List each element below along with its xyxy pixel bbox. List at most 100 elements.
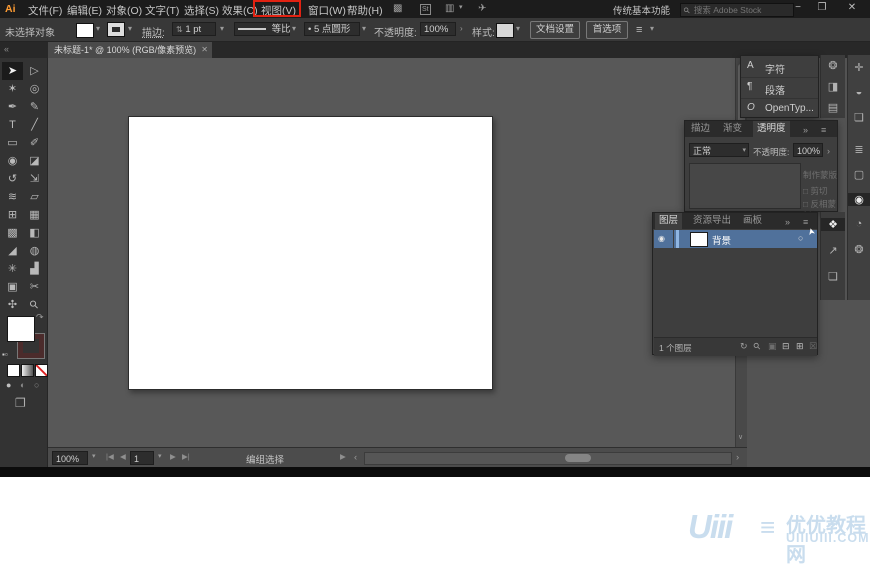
scroll-right-icon[interactable]: › [736, 452, 739, 463]
scroll-down-icon[interactable]: ∨ [738, 433, 743, 441]
pen-tool[interactable]: ✒ [2, 98, 23, 116]
tab-layers[interactable]: 图层 [655, 213, 682, 229]
artboard-tool[interactable]: ▣ [2, 278, 23, 296]
chevron-down-icon[interactable]: ▾ [128, 24, 132, 33]
align-icon[interactable]: ≡ [636, 24, 642, 36]
eyedropper-tool[interactable]: ◢ [2, 242, 23, 260]
layer-target-icon[interactable]: ○ [798, 233, 803, 243]
document-setup-button[interactable]: 文档设置 [530, 21, 580, 39]
gradient-button[interactable] [21, 364, 34, 377]
workspace-switcher[interactable]: 传统基本功能 [613, 3, 670, 17]
artboard-number-field[interactable]: 1 [130, 451, 154, 465]
zoom-level-field[interactable]: 100% [52, 451, 88, 465]
column-graph-tool[interactable]: ▟ [24, 260, 45, 278]
draw-normal-icon[interactable]: ● [6, 380, 11, 390]
chevron-down-icon[interactable]: ▾ [220, 24, 224, 33]
color-button[interactable] [7, 364, 20, 377]
scroll-left-icon[interactable]: ‹ [354, 452, 357, 463]
horizontal-scroll-thumb[interactable] [565, 454, 591, 462]
stroke-link[interactable]: 描边: [142, 24, 165, 39]
rectangle-tool[interactable]: ▭ [2, 134, 23, 152]
character-panel-item[interactable]: A 字符 [741, 56, 818, 78]
style-swatch[interactable] [496, 23, 514, 38]
chevron-down-icon[interactable]: ▾ [292, 24, 296, 33]
chevron-down-icon[interactable]: ▾ [92, 452, 96, 460]
first-artboard-icon[interactable]: |◀ [106, 452, 114, 461]
search-input[interactable] [692, 4, 786, 16]
asset-export-panel-icon[interactable]: ↗ [821, 244, 845, 257]
stroke-panel-icon[interactable]: ≣ [848, 143, 870, 156]
prev-artboard-icon[interactable]: ◀ [120, 452, 126, 461]
panel-collapse-icon[interactable]: » [785, 217, 790, 227]
paragraph-panel-item[interactable]: ¶ 段落 [741, 77, 818, 99]
swap-colors-icon[interactable]: ↷ [36, 312, 44, 323]
chevron-down-icon[interactable]: ▾ [516, 24, 520, 33]
mesh-tool[interactable]: ▩ [2, 224, 23, 242]
chevron-right-icon[interactable]: › [827, 146, 830, 156]
paintbrush-tool[interactable]: ✐ [24, 134, 45, 152]
width-tool[interactable]: ≋ [2, 188, 23, 206]
search-box[interactable]: ⚲ [680, 3, 794, 17]
graphic-styles-panel-icon[interactable]: ◔ [848, 218, 870, 230]
none-button[interactable] [35, 364, 48, 377]
stock-icon[interactable]: St [420, 4, 431, 15]
last-artboard-icon[interactable]: ▶| [182, 452, 190, 461]
restore-button[interactable]: ❐ [814, 2, 830, 13]
stroke-weight-field[interactable]: ⇅ 1 pt [172, 22, 216, 36]
perspective-grid-tool[interactable]: ▦ [24, 206, 45, 224]
menu-window[interactable]: 窗口(W) [308, 3, 346, 18]
appearance-panel-icon[interactable]: ◉ [848, 193, 870, 206]
screen-mode-icon[interactable]: ❐ [15, 396, 26, 410]
tab-stroke[interactable]: 描边 [687, 121, 714, 137]
selection-tool[interactable]: ➤ [2, 62, 23, 80]
layer-name[interactable]: 背景 [712, 233, 731, 247]
menu-object[interactable]: 对象(O) [106, 3, 142, 18]
share-icon[interactable]: ✈ [478, 3, 486, 14]
document-tab[interactable]: 未标题-1* @ 100% (RGB/像素预览) ✕ [48, 42, 212, 58]
fill-color-swatch[interactable] [76, 23, 94, 38]
chevron-down-icon[interactable]: ▾ [96, 24, 100, 33]
close-tab-icon[interactable]: ✕ [201, 42, 208, 58]
draw-inside-icon[interactable]: ○ [34, 380, 39, 390]
menu-file[interactable]: 文件(F) [28, 3, 62, 18]
panel-menu-icon[interactable]: ≡ [803, 217, 808, 227]
panel-collapse-icon[interactable]: » [803, 125, 808, 135]
tab-artboards[interactable]: 画板 [739, 213, 766, 229]
blob-brush-tool[interactable]: ◪ [24, 152, 45, 170]
delete-layer-icon[interactable]: ☒ [809, 341, 817, 352]
menu-edit[interactable]: 编辑(E) [67, 3, 102, 18]
swatches-icon[interactable]: ❂ [821, 59, 845, 72]
default-colors-icon[interactable]: ▪▫ [2, 350, 8, 359]
visibility-eye-icon[interactable]: ◉ [658, 234, 665, 243]
chevron-down-icon[interactable]: ▾ [362, 24, 366, 33]
blend-tool[interactable]: ◍ [24, 242, 45, 260]
scale-tool[interactable]: ⇲ [24, 170, 45, 188]
make-clipping-mask-icon[interactable]: ↻ [740, 341, 748, 352]
menu-help[interactable]: 帮助(H) [347, 3, 383, 18]
layer-thumbnail[interactable] [690, 232, 708, 247]
pathfinder-panel-icon[interactable]: ◒ [848, 86, 870, 98]
panel-menu-icon[interactable]: ≡ [821, 125, 826, 135]
layer-row[interactable]: ◉ 背景 ○ ➤ [654, 230, 817, 248]
artboards-panel-icon[interactable]: ▢ [848, 168, 870, 181]
draw-behind-icon[interactable]: ◐ [20, 380, 25, 390]
toolbar-collapse-icon[interactable]: « [4, 44, 9, 54]
chevron-right-icon[interactable]: › [460, 24, 463, 33]
stepper-icon[interactable]: ⇅ [176, 25, 183, 34]
rotate-tool[interactable]: ↺ [2, 170, 23, 188]
tab-asset-export[interactable]: 资源导出 [689, 213, 735, 229]
width-profile-dropdown[interactable]: 等比 [234, 22, 290, 36]
opentype-panel-item[interactable]: O OpenTyp... [741, 98, 818, 119]
shape-builder-tool[interactable]: ⊞ [2, 206, 23, 224]
free-transform-tool[interactable]: ▱ [24, 188, 45, 206]
brushes-icon[interactable]: ◨ [821, 80, 845, 93]
direct-selection-tool[interactable]: ▷ [24, 62, 45, 80]
close-button[interactable]: ✕ [844, 2, 860, 13]
new-layer-icon[interactable]: ⊞ [796, 341, 804, 352]
gradient-tool[interactable]: ◧ [24, 224, 45, 242]
next-artboard-icon[interactable]: ▶ [170, 452, 176, 461]
chevron-down-icon[interactable]: ▾ [158, 452, 162, 460]
line-segment-tool[interactable]: ╱ [24, 116, 45, 134]
tab-gradient[interactable]: 渐变 [719, 121, 746, 137]
artboard-canvas[interactable] [128, 116, 493, 390]
